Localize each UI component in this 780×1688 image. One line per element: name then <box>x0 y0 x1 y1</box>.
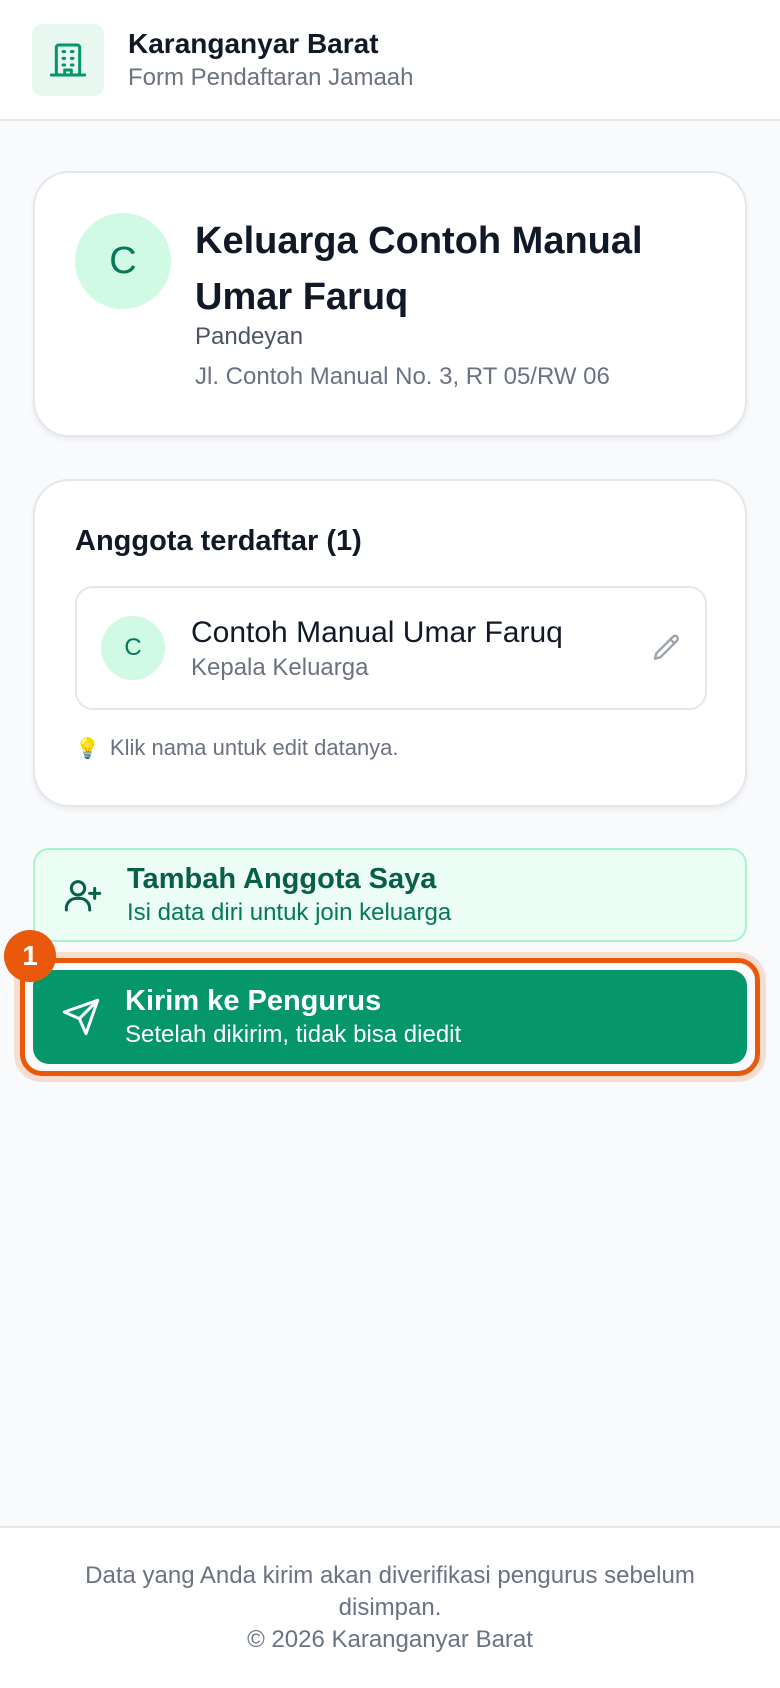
send-subtitle: Setelah dikirim, tidak bisa diedit <box>125 1021 462 1048</box>
member-avatar: C <box>101 616 165 680</box>
user-plus-icon <box>63 875 103 915</box>
send-icon <box>61 997 101 1037</box>
hint-text: Klik nama untuk edit datanya. <box>109 735 399 760</box>
footer: Data yang Anda kirim akan diverifikasi p… <box>0 1526 780 1688</box>
footer-copyright: © 2026 Karanganyar Barat <box>247 1626 533 1653</box>
members-card: Anggota terdaftar (1) C Contoh Manual Um… <box>33 479 747 807</box>
member-name[interactable]: Contoh Manual Umar Faruq <box>191 616 563 650</box>
member-item[interactable]: C Contoh Manual Umar Faruq Kepala Keluar… <box>75 586 707 710</box>
family-address: Jl. Contoh Manual No. 3, RT 05/RW 06 <box>195 363 610 390</box>
family-card: C Keluarga Contoh Manual Umar Faruq Pand… <box>33 171 747 437</box>
add-member-button[interactable]: Tambah Anggota Saya Isi data diri untuk … <box>33 848 747 942</box>
send-to-admin-button[interactable]: Kirim ke Pengurus Setelah dikirim, tidak… <box>33 970 747 1064</box>
add-member-title: Tambah Anggota Saya <box>127 863 437 895</box>
family-avatar: C <box>75 213 171 309</box>
app-header: Karanganyar Barat Form Pendaftaran Jamaa… <box>0 0 780 121</box>
family-name: Keluarga Contoh Manual Umar Faruq <box>195 220 643 318</box>
edit-hint: 💡 Klik nama untuk edit datanya. <box>75 735 399 761</box>
building-icon <box>32 23 104 96</box>
edit-pencil-icon[interactable] <box>651 632 683 664</box>
header-title: Karanganyar Barat <box>128 27 379 59</box>
send-title: Kirim ke Pengurus <box>125 985 382 1017</box>
footer-note: Data yang Anda kirim akan diverifikasi p… <box>85 1562 695 1621</box>
add-member-subtitle: Isi data diri untuk join keluarga <box>127 899 452 926</box>
member-role: Kepala Keluarga <box>191 654 369 681</box>
annotation-badge: 1 <box>4 930 56 982</box>
lightbulb-icon: 💡 <box>75 737 100 760</box>
header-subtitle: Form Pendaftaran Jamaah <box>128 63 414 91</box>
family-area: Pandeyan <box>195 323 304 350</box>
members-title: Anggota terdaftar (1) <box>75 525 362 557</box>
